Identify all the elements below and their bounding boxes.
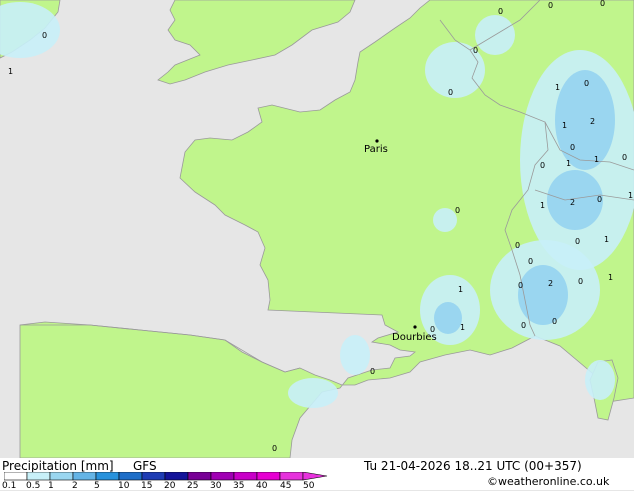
value-label: 2 [590,117,595,126]
city-label-dourbies: Dourbies [392,332,437,343]
scale-swatch [118,472,143,481]
precip-area [288,378,338,408]
value-label: 1 [566,159,571,168]
value-label: 0 [578,277,583,286]
value-label: 1 [628,191,633,200]
scale-swatch [26,472,51,481]
value-label: 1 [604,235,609,244]
scale-swatch [95,472,120,481]
model-label: GFS [133,459,157,473]
scale-swatch [72,472,97,481]
precipitation-map: 0 0 0 0 1 0 0 0 1 0 1 2 0 1 1 0 1 2 0 1 … [0,0,634,458]
value-label: 2 [570,198,575,207]
datetime-label: Tu 21-04-2026 18..21 UTC (00+357) [364,459,582,473]
value-label: 0 [600,0,605,8]
value-label: 1 [540,201,545,210]
value-label: 0 [473,46,478,55]
precip-area [434,302,462,334]
value-label: 0 [570,143,575,152]
value-label: 2 [548,279,553,288]
scale-swatch [141,472,166,481]
value-label: 0 [584,79,589,88]
value-label: 1 [608,273,613,282]
city-dot-paris [375,139,379,143]
value-label: 0 [622,153,627,162]
value-label: 0 [597,195,602,204]
city-label-paris: Paris [364,144,388,155]
value-label: 0 [272,444,277,453]
scale-swatch [233,472,258,481]
value-label: 0 [518,281,523,290]
precip-area [585,360,615,400]
value-label: 0 [455,206,460,215]
value-label: 0 [528,257,533,266]
city-dot-dourbies [413,325,417,329]
value-label: 0 [448,88,453,97]
precip-area [340,335,370,375]
scale-swatch [279,472,304,481]
value-label: 0 [42,31,47,40]
credit-label: ©weatheronline.co.uk [487,475,610,488]
scale-swatch [256,472,281,481]
value-label: 0 [575,237,580,246]
value-label: 1 [458,285,463,294]
value-label: 0 [548,1,553,10]
value-label: 1 [594,155,599,164]
value-label: 0 [521,321,526,330]
scale-swatch [49,472,74,481]
scale-swatch [164,472,189,481]
precipitation-title: Precipitation [mm] [2,459,114,473]
value-label: 1 [555,83,560,92]
value-label: 0 [552,317,557,326]
scale-swatch [210,472,235,481]
value-label: 0 [498,7,503,16]
value-label: 1 [460,323,465,332]
scale-swatch [4,472,28,481]
precip-area [433,208,457,232]
precip-area [518,265,568,325]
value-label: 0 [540,161,545,170]
color-scale [4,472,328,481]
value-label: 0 [515,241,520,250]
map-footer: Precipitation [mm] GFS Tu 21-04-2026 18.… [0,458,634,491]
value-label: 1 [562,121,567,130]
value-label: 1 [8,67,13,76]
scale-swatch [187,472,212,481]
value-label: 0 [370,367,375,376]
scale-arrow [302,472,328,481]
